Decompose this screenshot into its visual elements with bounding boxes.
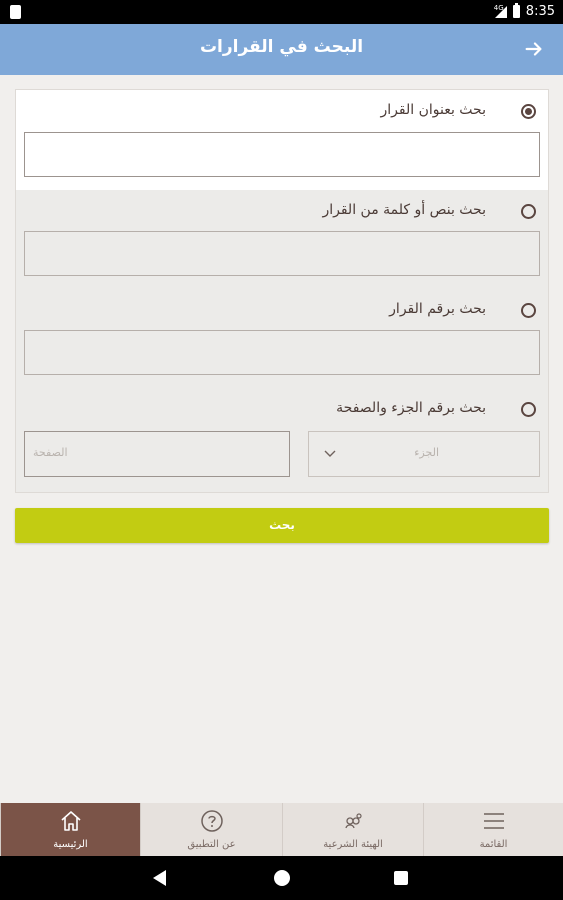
option-number[interactable]: بحث برقم القرار bbox=[16, 297, 548, 325]
nav-board-label: الهيئة الشرعية bbox=[323, 839, 383, 850]
radio-title[interactable] bbox=[521, 104, 536, 119]
nav-home-label: الرئيسية bbox=[53, 839, 88, 850]
system-navigation bbox=[0, 856, 563, 900]
page-input[interactable]: الصفحة bbox=[24, 431, 290, 477]
bottom-nav: الرئيسية عن التطبيق الهيئة الشرعية القائ… bbox=[0, 803, 563, 856]
option-number-label: بحث برقم القرار bbox=[389, 301, 486, 317]
app-header: البحث في القرارات bbox=[0, 24, 563, 75]
nav-home[interactable]: الرئيسية bbox=[0, 803, 140, 856]
signal-icon: 4G bbox=[493, 3, 507, 18]
search-form: بحث بعنوان القرار بحث بنص أو كلمة من الق… bbox=[15, 89, 549, 493]
radio-text[interactable] bbox=[521, 204, 536, 219]
system-home-icon[interactable] bbox=[274, 870, 290, 886]
nav-about-label: عن التطبيق bbox=[187, 839, 236, 850]
option-text-label: بحث بنص أو كلمة من القرار bbox=[322, 202, 486, 218]
nav-menu[interactable]: القائمة bbox=[423, 803, 563, 856]
battery-icon bbox=[512, 3, 520, 18]
radio-part-page[interactable] bbox=[521, 402, 536, 417]
part-placeholder: الجزء bbox=[414, 446, 439, 459]
option-part-page[interactable]: بحث برقم الجزء والصفحة bbox=[16, 396, 548, 424]
question-icon bbox=[200, 810, 223, 832]
option-title-label: بحث بعنوان القرار bbox=[380, 102, 486, 118]
page-placeholder: الصفحة bbox=[33, 446, 68, 459]
option-title[interactable]: بحث بعنوان القرار bbox=[16, 98, 548, 126]
system-back-icon[interactable] bbox=[153, 870, 166, 886]
status-time: 8:35 bbox=[525, 4, 555, 19]
part-select[interactable]: الجزء bbox=[308, 431, 540, 477]
menu-icon bbox=[483, 813, 504, 829]
nav-board[interactable]: الهيئة الشرعية bbox=[282, 803, 423, 856]
nav-menu-label: القائمة bbox=[479, 839, 508, 850]
sim-icon bbox=[10, 5, 21, 19]
option-text[interactable]: بحث بنص أو كلمة من القرار bbox=[16, 198, 548, 226]
text-search-input[interactable] bbox=[24, 231, 540, 276]
system-recents-icon[interactable] bbox=[394, 871, 408, 885]
board-icon bbox=[345, 813, 362, 829]
arrow-right-icon[interactable] bbox=[523, 38, 545, 60]
radio-number[interactable] bbox=[521, 303, 536, 318]
page-title: البحث في القرارات bbox=[199, 37, 364, 57]
network-type: 4G bbox=[493, 3, 504, 12]
home-icon bbox=[60, 811, 81, 831]
search-button[interactable]: بحث bbox=[15, 508, 549, 543]
status-bar: 4G 8:35 bbox=[0, 0, 563, 24]
number-search-input[interactable] bbox=[24, 330, 540, 375]
title-search-input[interactable] bbox=[24, 132, 540, 177]
chevron-down-icon bbox=[324, 450, 336, 457]
nav-about[interactable]: عن التطبيق bbox=[140, 803, 282, 856]
option-part-page-label: بحث برقم الجزء والصفحة bbox=[336, 400, 486, 416]
